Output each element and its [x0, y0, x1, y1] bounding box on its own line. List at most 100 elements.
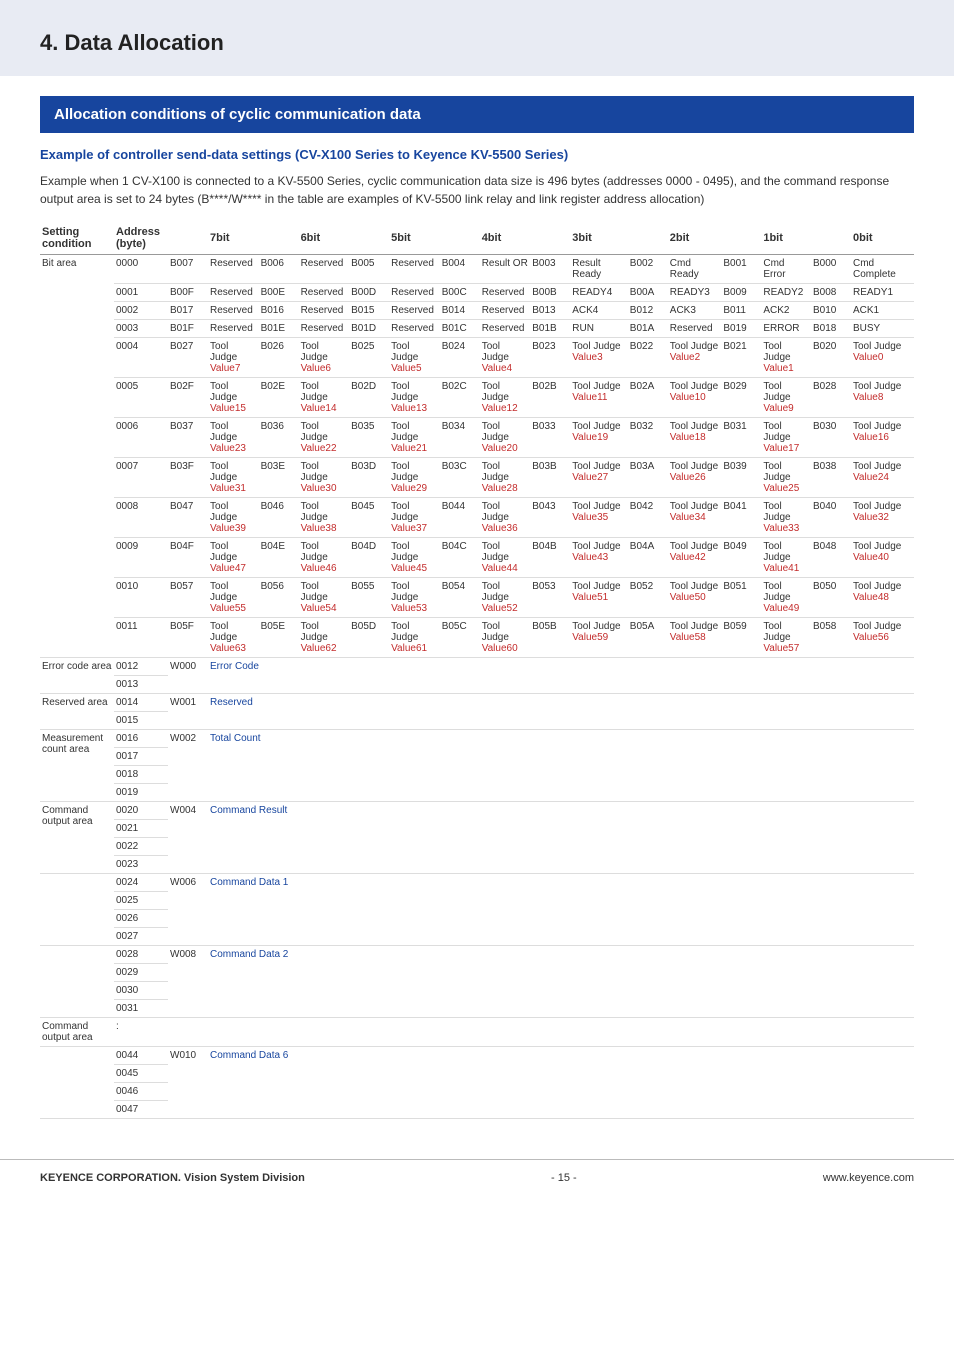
bit-label: Tool Judge [853, 501, 912, 512]
bit-value: Value54 [301, 603, 348, 614]
bit-code: B013 [530, 302, 570, 320]
setting-condition [40, 874, 114, 946]
setting-condition: Command output area [40, 802, 114, 874]
bit-label: Tool Judge [670, 581, 720, 592]
group-label: Command Result [208, 802, 914, 874]
setting-condition: Error code area [40, 658, 114, 694]
group-label: Reserved [208, 694, 914, 730]
bit-code: B01E [259, 320, 299, 338]
group-row: Command output area0020W004Command Resul… [40, 802, 914, 820]
section-title: Allocation conditions of cyclic communic… [40, 96, 914, 133]
bit-value: Value5 [391, 363, 438, 374]
bit-label: Tool Judge [301, 621, 348, 643]
address-cell: 0029 [114, 964, 168, 982]
bit-code: B03B [530, 458, 570, 498]
bit-value-cell: READY3 [668, 284, 722, 302]
setting-condition: Command output area [40, 1018, 114, 1047]
bit-label: Tool Judge [572, 501, 626, 512]
bit-code: B030 [811, 418, 851, 458]
bit-value-cell: Tool JudgeValue22 [299, 418, 350, 458]
bit-code: B053 [530, 578, 570, 618]
address-cell: 0001 [114, 284, 168, 302]
w-code: W001 [168, 694, 208, 730]
bit-value-cell: Tool JudgeValue62 [299, 618, 350, 658]
bit-code: B046 [259, 498, 299, 538]
address-cell: 0003 [114, 320, 168, 338]
bit-value-cell: Tool JudgeValue25 [761, 458, 811, 498]
bit-code: B04C [440, 538, 480, 578]
bit-label: READY3 [670, 287, 720, 298]
bit-value: Value23 [210, 443, 257, 454]
bit-value: Value50 [670, 592, 720, 603]
bit-label: Tool Judge [670, 461, 720, 472]
bit-code: B04D [349, 538, 389, 578]
bit-value-cell: Cmd Complete [851, 255, 914, 284]
bit-label: Tool Judge [572, 541, 626, 552]
bit-value-cell: Reserved [389, 255, 440, 284]
bit-label: Tool Judge [763, 541, 809, 563]
bit-value: Value43 [572, 552, 626, 563]
bit-label: Tool Judge [763, 461, 809, 483]
bit-code: B051 [721, 578, 761, 618]
bit-value-cell: Tool JudgeValue4 [480, 338, 531, 378]
bit-value-cell: Tool JudgeValue8 [851, 378, 914, 418]
address-cell: 0019 [114, 784, 168, 802]
bit-value: Value13 [391, 403, 438, 414]
bit-value-cell: Tool JudgeValue2 [668, 338, 722, 378]
bit-code: B057 [168, 578, 208, 618]
address-cell: 0044 [114, 1047, 168, 1065]
bit-code: B041 [721, 498, 761, 538]
bit-label: BUSY [853, 323, 912, 334]
bit-label: Tool Judge [391, 581, 438, 603]
bit-label: Tool Judge [301, 501, 348, 523]
bit-value: Value24 [853, 472, 912, 483]
bit-value: Value28 [482, 483, 529, 494]
bit-label: Reserved [301, 287, 348, 298]
group-label: Error Code [208, 658, 914, 694]
bit-row: 0003B01FReservedB01EReservedB01DReserved… [40, 320, 914, 338]
bit-value-cell: Tool JudgeValue44 [480, 538, 531, 578]
bit-value-cell: Reserved [480, 302, 531, 320]
bit-value-cell: Tool JudgeValue0 [851, 338, 914, 378]
group-row: Error code area0012W000Error Code [40, 658, 914, 676]
bit-value-cell: Reserved [389, 320, 440, 338]
bit-value: Value32 [853, 512, 912, 523]
setting-condition: Reserved area [40, 694, 114, 730]
bit-row: 0004B027Tool JudgeValue7B026Tool JudgeVa… [40, 338, 914, 378]
bit-value-cell: Tool JudgeValue46 [299, 538, 350, 578]
th-1bit: 1bit [761, 222, 811, 255]
address-cell: 0013 [114, 676, 168, 694]
bit-code: B04E [259, 538, 299, 578]
group-row: 0028W008Command Data 2 [40, 946, 914, 964]
bit-value: Value47 [210, 563, 257, 574]
bit-value-cell: Tool JudgeValue47 [208, 538, 259, 578]
bit-code: B019 [721, 320, 761, 338]
address-cell: 0004 [114, 338, 168, 378]
bit-value-cell: Tool JudgeValue60 [480, 618, 531, 658]
bit-code: B00C [440, 284, 480, 302]
address-cell: 0026 [114, 910, 168, 928]
bit-code: B042 [628, 498, 668, 538]
bit-value-cell: Tool JudgeValue11 [570, 378, 628, 418]
bit-code: B02F [168, 378, 208, 418]
bit-row: Bit area0000B007ReservedB006ReservedB005… [40, 255, 914, 284]
bit-code: B04B [530, 538, 570, 578]
bit-value-cell: Tool JudgeValue29 [389, 458, 440, 498]
setting-condition: Bit area [40, 255, 114, 658]
bit-code: B031 [721, 418, 761, 458]
bit-value-cell: Result OR [480, 255, 531, 284]
bit-label: Tool Judge [853, 581, 912, 592]
bit-label: Tool Judge [391, 381, 438, 403]
bit-label: Tool Judge [670, 541, 720, 552]
bit-label: Tool Judge [301, 541, 348, 563]
bit-value: Value60 [482, 643, 529, 654]
address-cell: 0024 [114, 874, 168, 892]
bit-value: Value19 [572, 432, 626, 443]
bit-code: B00E [259, 284, 299, 302]
th-7bit: 7bit [208, 222, 259, 255]
bit-code: B028 [811, 378, 851, 418]
bit-row: 0008B047Tool JudgeValue39B046Tool JudgeV… [40, 498, 914, 538]
bit-value: Value12 [482, 403, 529, 414]
bit-code: B00D [349, 284, 389, 302]
bit-value-cell: Tool JudgeValue30 [299, 458, 350, 498]
